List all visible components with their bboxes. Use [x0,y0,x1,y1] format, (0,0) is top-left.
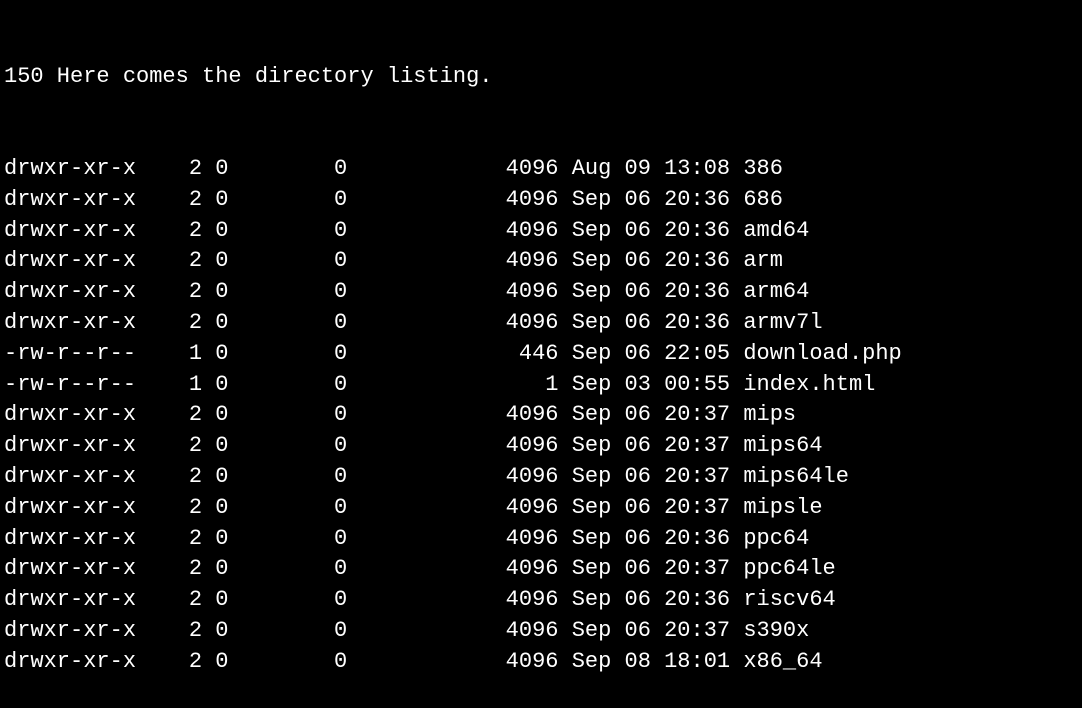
listing-row: drwxr-xr-x 2 0 0 4096 Sep 06 20:36 ppc64 [4,524,1078,555]
listing-row: drwxr-xr-x 2 0 0 4096 Sep 06 20:37 mips6… [4,462,1078,493]
listing-row: drwxr-xr-x 2 0 0 4096 Sep 06 20:37 mips6… [4,431,1078,462]
listing-row: drwxr-xr-x 2 0 0 4096 Sep 06 20:36 riscv… [4,585,1078,616]
listing-row: drwxr-xr-x 2 0 0 4096 Sep 06 20:37 ppc64… [4,554,1078,585]
listing-row: drwxr-xr-x 2 0 0 4096 Sep 06 20:37 mipsl… [4,493,1078,524]
directory-listing: drwxr-xr-x 2 0 0 4096 Aug 09 13:08 386dr… [4,154,1078,678]
listing-row: drwxr-xr-x 2 0 0 4096 Aug 09 13:08 386 [4,154,1078,185]
ftp-response-header: 150 Here comes the directory listing. [4,62,1078,93]
listing-row: drwxr-xr-x 2 0 0 4096 Sep 06 20:36 arm64 [4,277,1078,308]
listing-row: -rw-r--r-- 1 0 0 1 Sep 03 00:55 index.ht… [4,370,1078,401]
listing-row: drwxr-xr-x 2 0 0 4096 Sep 06 20:37 mips [4,400,1078,431]
listing-row: drwxr-xr-x 2 0 0 4096 Sep 06 20:36 686 [4,185,1078,216]
listing-row: -rw-r--r-- 1 0 0 446 Sep 06 22:05 downlo… [4,339,1078,370]
listing-row: drwxr-xr-x 2 0 0 4096 Sep 08 18:01 x86_6… [4,647,1078,678]
listing-row: drwxr-xr-x 2 0 0 4096 Sep 06 20:36 arm [4,246,1078,277]
listing-row: drwxr-xr-x 2 0 0 4096 Sep 06 20:36 armv7… [4,308,1078,339]
listing-row: drwxr-xr-x 2 0 0 4096 Sep 06 20:37 s390x [4,616,1078,647]
terminal-output: 150 Here comes the directory listing. dr… [0,0,1082,708]
listing-row: drwxr-xr-x 2 0 0 4096 Sep 06 20:36 amd64 [4,216,1078,247]
